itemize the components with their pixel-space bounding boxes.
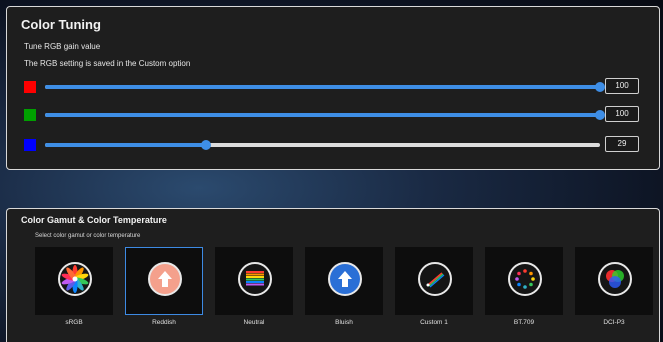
preset-label-neutral: Neutral — [243, 319, 265, 326]
color-wheel-icon — [58, 262, 92, 296]
dotted-ring-icon — [508, 262, 542, 296]
red-gain-row: 100 — [7, 78, 661, 95]
green-gain-value[interactable]: 100 — [605, 106, 639, 122]
color-gamut-panel: Color Gamut & Color Temperature Select c… — [6, 208, 660, 342]
custom-slider-icon — [418, 262, 452, 296]
preset-label-reddish: Reddish — [152, 319, 176, 326]
warm-arrow-up-icon — [148, 262, 182, 296]
rgb-circles-icon — [598, 262, 632, 296]
blue-slider-fill — [45, 143, 206, 147]
blue-gain-row: 29 — [7, 136, 661, 153]
cool-arrow-up-icon — [328, 262, 362, 296]
green-gain-row: 100 — [7, 106, 661, 123]
green-gain-slider[interactable] — [45, 110, 605, 120]
blue-gain-slider[interactable] — [45, 140, 600, 150]
preset-card-srgb[interactable] — [35, 247, 113, 315]
preset-label-srgb: sRGB — [65, 319, 83, 326]
color-tuning-note: The RGB setting is saved in the Custom o… — [24, 59, 191, 68]
color-gamut-title: Color Gamut & Color Temperature — [21, 215, 167, 225]
red-slider-fill — [45, 85, 600, 89]
preset-card-bluish[interactable] — [305, 247, 383, 315]
preset-card-neutral[interactable] — [215, 247, 293, 315]
preset-card-custom-1[interactable] — [395, 247, 473, 315]
red-gain-value[interactable]: 100 — [605, 78, 639, 94]
preset-label-bt709: BT.709 — [513, 319, 535, 326]
color-tuning-title: Color Tuning — [21, 17, 101, 32]
rainbow-bars-icon — [238, 262, 272, 296]
blue-gain-value[interactable]: 29 — [605, 136, 639, 152]
preset-card-bt709[interactable] — [485, 247, 563, 315]
preset-label-custom-1: Custom 1 — [420, 319, 448, 326]
color-tuning-panel: Color Tuning Tune RGB gain value The RGB… — [6, 6, 660, 170]
preset-label-dci-p3: DCI-P3 — [603, 319, 625, 326]
preset-card-reddish[interactable] — [125, 247, 203, 315]
red-gain-slider[interactable] — [45, 82, 605, 92]
color-tuning-subtitle: Tune RGB gain value — [24, 42, 101, 51]
green-slider-fill — [45, 113, 600, 117]
blue-slider-thumb[interactable] — [200, 140, 211, 150]
preset-card-dci-p3[interactable] — [575, 247, 653, 315]
red-slider-thumb[interactable] — [595, 82, 605, 92]
red-swatch — [24, 81, 36, 93]
preset-label-bluish: Bluish — [335, 319, 353, 326]
green-swatch — [24, 109, 36, 121]
blue-swatch — [24, 139, 36, 151]
color-gamut-subtitle: Select color gamut or color temperature — [35, 233, 141, 239]
green-slider-thumb[interactable] — [595, 110, 605, 120]
